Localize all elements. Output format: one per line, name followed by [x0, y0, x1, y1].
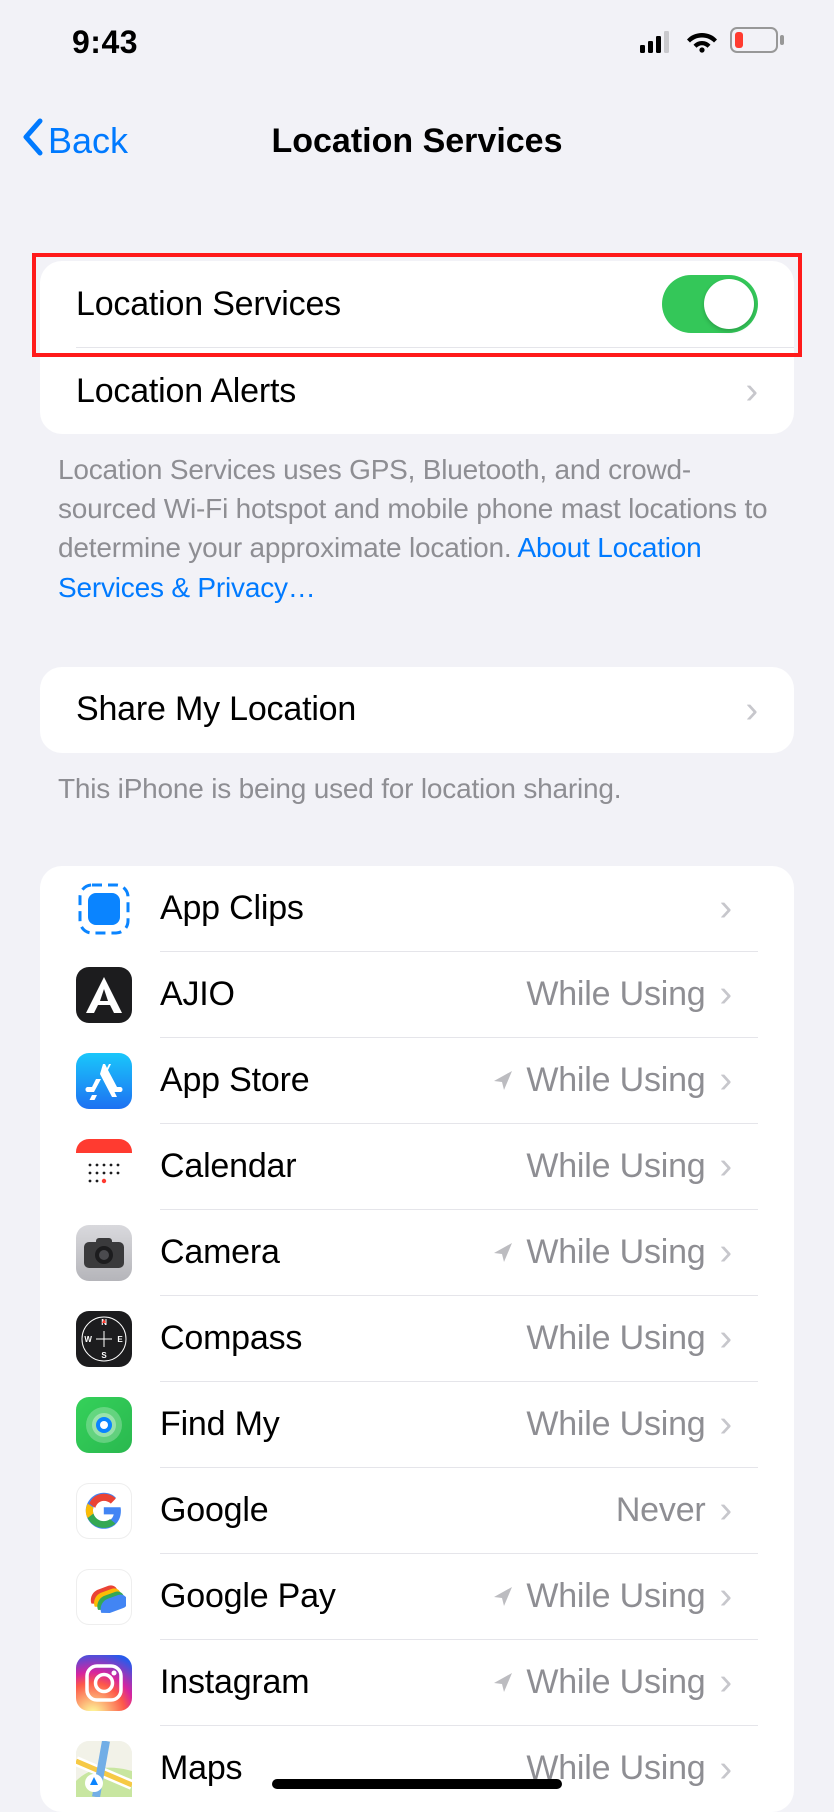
wifi-icon	[686, 24, 718, 61]
app-name: Google Pay	[160, 1577, 490, 1616]
findmy-icon	[76, 1397, 132, 1453]
location-services-toggle-row[interactable]: Location Services	[40, 261, 794, 347]
instagram-icon	[76, 1655, 132, 1711]
app-permission-value: While Using	[526, 1147, 705, 1186]
app-row[interactable]: CalendarWhile Using ›	[40, 1124, 794, 1210]
location-services-toggle[interactable]	[662, 275, 758, 333]
app-name: AJIO	[160, 975, 526, 1014]
app-row-content: GoogleNever ›	[160, 1468, 758, 1554]
svg-text:E: E	[117, 1335, 123, 1344]
app-permission-value: While Using	[526, 1319, 705, 1358]
app-row[interactable]: GoogleNever ›	[40, 1468, 794, 1554]
app-row-content: Google Pay While Using ›	[160, 1554, 758, 1640]
cellular-icon	[640, 24, 674, 61]
status-icons	[640, 24, 786, 61]
row-label: Location Alerts	[76, 372, 742, 411]
nav-bar: Back Location Services	[0, 101, 834, 181]
chevron-right-icon: ›	[720, 1233, 732, 1271]
location-arrow-icon	[490, 1583, 516, 1609]
status-bar: 9:43	[0, 0, 834, 81]
app-row-content: Camera While Using ›	[160, 1210, 758, 1296]
app-row[interactable]: App Store While Using ›	[40, 1038, 794, 1124]
settings-group-apps: App Clips›AJIOWhile Using›App StoreWhile…	[40, 866, 794, 1812]
location-arrow-icon	[490, 1239, 516, 1265]
app-row-content: AJIOWhile Using ›	[160, 952, 758, 1038]
toggle-knob	[704, 279, 754, 329]
app-permission-value: While Using	[526, 1663, 705, 1702]
chevron-right-icon: ›	[720, 1405, 732, 1443]
app-row[interactable]: Google Pay While Using ›	[40, 1554, 794, 1640]
location-arrow-icon	[490, 1067, 516, 1093]
camera-icon	[76, 1225, 132, 1281]
app-row[interactable]: MapsWhile Using›	[40, 1726, 794, 1812]
chevron-right-icon: ›	[720, 1491, 732, 1529]
chevron-right-icon: ›	[720, 1577, 732, 1615]
app-row-content: CalendarWhile Using ›	[160, 1124, 758, 1210]
app-name: Compass	[160, 1319, 526, 1358]
chevron-right-icon: ›	[720, 1319, 732, 1357]
app-row[interactable]: Find MyWhile Using ›	[40, 1382, 794, 1468]
location-description: Location Services uses GPS, Bluetooth, a…	[40, 434, 794, 607]
battery-icon	[730, 24, 786, 61]
app-permission-value: Never	[616, 1491, 706, 1530]
app-row[interactable]: Camera While Using ›	[40, 1210, 794, 1296]
app-permission-value: While Using	[526, 1577, 705, 1616]
page-title: Location Services	[271, 122, 562, 161]
app-permission-value: While Using	[526, 975, 705, 1014]
app-name: Calendar	[160, 1147, 526, 1186]
compass-icon: NESW	[76, 1311, 132, 1367]
app-name: Find My	[160, 1405, 526, 1444]
app-name: Google	[160, 1491, 616, 1530]
home-indicator[interactable]	[272, 1779, 562, 1789]
back-label: Back	[48, 120, 128, 162]
google-icon	[76, 1483, 132, 1539]
share-my-location-row[interactable]: Share My Location ›	[40, 667, 794, 753]
app-name: Camera	[160, 1233, 490, 1272]
back-button[interactable]: Back	[20, 117, 128, 166]
app-name: App Store	[160, 1061, 490, 1100]
app-row[interactable]: App Clips›	[40, 866, 794, 952]
status-time: 9:43	[72, 24, 138, 61]
chevron-right-icon: ›	[720, 1750, 732, 1788]
app-row[interactable]: AJIOWhile Using ›	[40, 952, 794, 1038]
svg-text:S: S	[101, 1351, 107, 1360]
app-row-content: CompassWhile Using ›	[160, 1296, 758, 1382]
chevron-right-icon: ›	[746, 372, 758, 410]
app-row-content: Find MyWhile Using ›	[160, 1382, 758, 1468]
app-permission-value: While Using	[526, 1405, 705, 1444]
row-label: Location Services	[76, 285, 662, 324]
chevron-left-icon	[20, 117, 44, 166]
app-permission-value: While Using	[526, 1061, 705, 1100]
chevron-right-icon: ›	[720, 1061, 732, 1099]
settings-group-share: Share My Location ›	[40, 667, 794, 753]
chevron-right-icon: ›	[720, 889, 732, 927]
app-row[interactable]: NESWCompassWhile Using›	[40, 1296, 794, 1382]
appstore-icon	[76, 1053, 132, 1109]
app-row-content: MapsWhile Using›	[160, 1726, 758, 1812]
gpay-icon	[76, 1569, 132, 1625]
chevron-right-icon: ›	[746, 691, 758, 729]
share-footer: This iPhone is being used for location s…	[40, 753, 794, 808]
svg-text:W: W	[84, 1335, 92, 1344]
app-row-content: Instagram While Using ›	[160, 1640, 758, 1726]
row-label: Share My Location	[76, 690, 742, 729]
calendar-icon	[76, 1139, 132, 1195]
chevron-right-icon: ›	[720, 1663, 732, 1701]
app-row-content: App Store While Using ›	[160, 1038, 758, 1124]
app-row[interactable]: Instagram While Using ›	[40, 1640, 794, 1726]
ajio-icon	[76, 967, 132, 1023]
app-name: Instagram	[160, 1663, 490, 1702]
chevron-right-icon: ›	[720, 975, 732, 1013]
chevron-right-icon: ›	[720, 1147, 732, 1185]
app-name: App Clips	[160, 889, 716, 928]
appclips-icon	[76, 881, 132, 937]
maps-icon	[76, 1741, 132, 1797]
app-row-content: App Clips›	[160, 866, 758, 952]
location-alerts-row[interactable]: Location Alerts ›	[40, 348, 794, 434]
app-permission-value: While Using	[526, 1233, 705, 1272]
settings-group-main: Location Services Location Alerts ›	[40, 261, 794, 434]
location-arrow-icon	[490, 1669, 516, 1695]
